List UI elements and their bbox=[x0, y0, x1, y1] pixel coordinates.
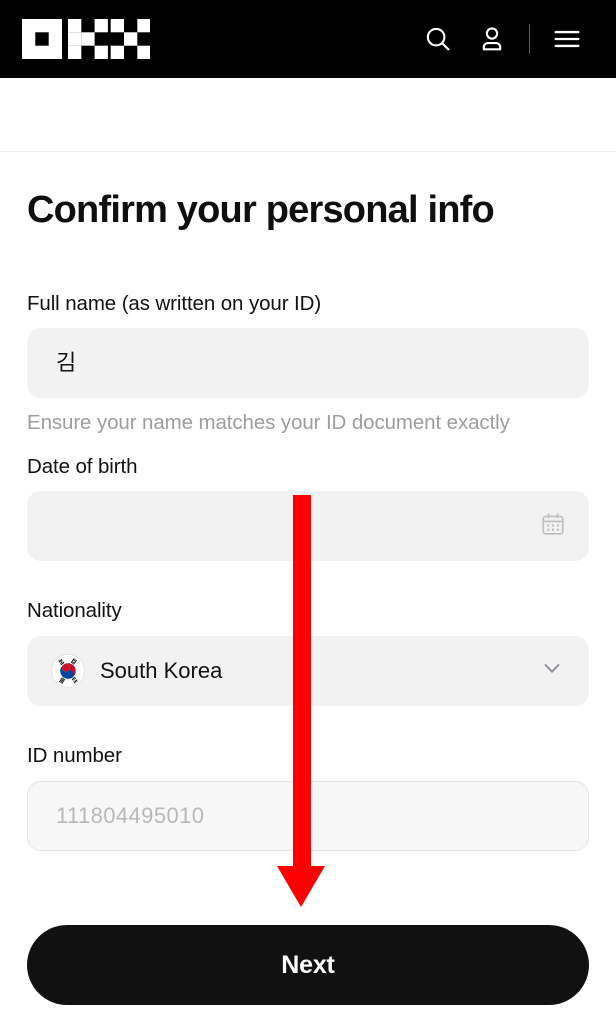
id-number-placeholder: 111804495010 bbox=[56, 802, 205, 828]
menu-icon[interactable] bbox=[540, 12, 594, 66]
search-icon[interactable] bbox=[411, 12, 465, 66]
full-name-input[interactable]: 김 bbox=[27, 328, 589, 399]
calendar-icon[interactable] bbox=[540, 511, 566, 542]
okx-logo[interactable] bbox=[22, 19, 150, 59]
breadcrumb-band bbox=[0, 78, 616, 152]
full-name-helper-text: Ensure your name matches your ID documen… bbox=[27, 411, 510, 435]
nationality-label: Nationality bbox=[27, 599, 122, 623]
account-icon[interactable] bbox=[465, 12, 519, 66]
header-divider bbox=[529, 24, 530, 54]
id-number-field-block: ID number 111804495010 bbox=[27, 743, 589, 851]
site-header bbox=[0, 0, 616, 78]
nationality-select[interactable]: South Korea bbox=[27, 635, 589, 706]
next-button[interactable]: Next bbox=[27, 925, 589, 1005]
full-name-label: Full name (as written on your ID) bbox=[27, 291, 322, 315]
date-of-birth-input[interactable] bbox=[27, 491, 589, 562]
app-root: Confirm your personal info Full name (as… bbox=[0, 0, 616, 1024]
date-of-birth-field-block: Date of birth bbox=[27, 454, 589, 562]
full-name-value: 김 bbox=[56, 350, 77, 376]
footer-actions: Next bbox=[27, 925, 589, 1005]
nationality-value: South Korea bbox=[100, 657, 223, 683]
id-number-label: ID number bbox=[27, 743, 122, 767]
page-title: Confirm your personal info bbox=[27, 189, 495, 231]
header-icon-group bbox=[411, 12, 594, 66]
nationality-field-block: Nationality South Korea bbox=[27, 598, 589, 706]
south-korea-flag-icon bbox=[51, 653, 85, 688]
main-content: Confirm your personal info Full name (as… bbox=[0, 153, 616, 851]
date-of-birth-label: Date of birth bbox=[27, 454, 138, 478]
chevron-down-icon[interactable] bbox=[538, 654, 566, 687]
id-number-input[interactable]: 111804495010 bbox=[27, 780, 589, 851]
full-name-field-block: Full name (as written on your ID) 김 Ensu… bbox=[27, 291, 589, 436]
